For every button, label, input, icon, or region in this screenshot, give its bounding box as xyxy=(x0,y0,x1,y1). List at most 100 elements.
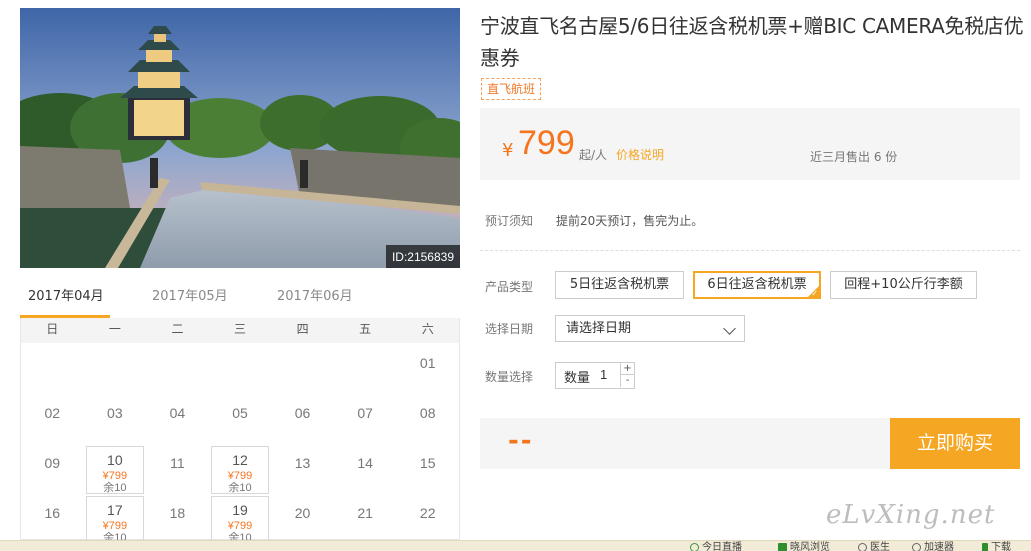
calendar-day: 21 xyxy=(336,494,394,542)
option-label: 6日往返含税机票 xyxy=(707,277,807,292)
day-number: 13 xyxy=(294,455,311,471)
status-item-live[interactable]: 今日直播 xyxy=(690,543,742,551)
calendar-day: 01 xyxy=(399,344,457,392)
day-number: 06 xyxy=(294,405,311,421)
status-item-doctor[interactable]: 医生 xyxy=(858,543,890,551)
day-stock: 余10 xyxy=(228,482,252,494)
day-number: 05 xyxy=(232,405,248,421)
image-id-label: ID:2156839 xyxy=(385,245,460,268)
weekday-label: 一 xyxy=(108,322,121,336)
weekday-label: 二 xyxy=(171,322,184,336)
calendar-weekday-header: 日 一 二 三 四 五 六 xyxy=(21,318,459,343)
calendar-day: 08 xyxy=(399,394,457,442)
calendar-day: 02 xyxy=(23,394,81,442)
status-item-browser[interactable]: 晓风浏览 xyxy=(778,543,830,551)
status-item-accelerator[interactable]: 加速器 xyxy=(912,543,954,551)
download-icon xyxy=(982,543,988,551)
product-photo: ID:2156839 xyxy=(20,8,460,268)
day-number: 21 xyxy=(357,505,373,521)
day-number: 19 xyxy=(232,502,248,518)
browser-icon xyxy=(778,543,787,551)
price-explanation-link[interactable]: 价格说明 xyxy=(616,146,664,163)
day-number: 02 xyxy=(44,405,61,421)
option-5day-ticket[interactable]: 5日往返含税机票 xyxy=(555,271,684,299)
day-number: 03 xyxy=(107,405,123,421)
price-unit: 起/人 xyxy=(579,148,608,162)
calendar-day-available[interactable]: 12 ¥799 余10 xyxy=(211,446,269,494)
tab-month-june[interactable]: 2017年06月 xyxy=(271,282,361,318)
watermark-logo: eLvXing.net xyxy=(826,500,996,530)
day-number: 01 xyxy=(419,355,436,371)
price-box: ¥ 799 起/人 价格说明 近三月售出 6 份 xyxy=(480,108,1020,180)
calendar-day: 04 xyxy=(148,394,206,442)
status-item-label: 下载 xyxy=(991,542,1011,551)
calendar-day-available[interactable]: 19 ¥799 余10 xyxy=(211,496,269,544)
day-number: 15 xyxy=(419,455,436,471)
product-type-label: 产品类型 xyxy=(485,280,534,294)
option-return-baggage[interactable]: 回程+10公斤行李额 xyxy=(830,271,977,299)
day-price: ¥799 xyxy=(102,520,128,532)
tab-month-april[interactable]: 2017年04月 xyxy=(20,282,110,318)
status-item-label: 加速器 xyxy=(924,542,954,551)
day-number: 07 xyxy=(357,405,373,421)
day-number: 14 xyxy=(357,455,373,471)
direct-flight-tag: 直飞航班 xyxy=(481,78,542,100)
quantity-label: 数量选择 xyxy=(485,370,534,384)
price-value: 799 xyxy=(518,124,575,162)
day-stock: 余10 xyxy=(103,482,127,494)
rocket-icon xyxy=(912,543,921,551)
day-number: 10 xyxy=(107,452,123,468)
status-item-label: 今日直播 xyxy=(702,542,742,551)
calendar-day: 09 xyxy=(23,444,81,492)
calendar-day: 15 xyxy=(399,444,457,492)
status-item-download[interactable]: 下载 xyxy=(982,543,1011,551)
calendar-day: 07 xyxy=(336,394,394,442)
notice-label: 预订须知 xyxy=(485,214,534,228)
calendar-day: 13 xyxy=(274,444,332,492)
day-number: 04 xyxy=(169,405,186,421)
calendar-day: 06 xyxy=(274,394,332,442)
day-number: 22 xyxy=(419,505,436,521)
day-number: 17 xyxy=(107,502,123,518)
divider xyxy=(480,250,1020,251)
calendar-day: 11 xyxy=(148,444,206,492)
buy-bar: -- 立即购买 xyxy=(480,418,1020,469)
calendar-day: 03 xyxy=(86,394,144,442)
quantity-stepper: 数量 1 + - xyxy=(555,362,635,389)
calendar-day: 14 xyxy=(336,444,394,492)
quantity-increase-button[interactable]: + xyxy=(620,363,634,375)
live-icon xyxy=(690,543,699,551)
quantity-value[interactable]: 1 xyxy=(600,367,607,382)
osaka-castle-illustration xyxy=(20,8,460,268)
total-price: -- xyxy=(508,426,534,456)
calendar-day-available[interactable]: 17 ¥799 余10 xyxy=(85,496,144,544)
month-tabs: 2017年04月 2017年05月 2017年06月 xyxy=(20,282,460,318)
day-number: 11 xyxy=(170,455,185,471)
quantity-decrease-button[interactable]: - xyxy=(620,375,634,387)
date-select[interactable]: 请选择日期 xyxy=(555,315,745,342)
status-item-label: 医生 xyxy=(870,542,890,551)
day-price: ¥799 xyxy=(227,520,253,532)
sales-count: 近三月售出 6 份 xyxy=(810,150,898,164)
day-number: 09 xyxy=(44,455,61,471)
calendar-day-available[interactable]: 10 ¥799 余10 xyxy=(85,446,144,494)
buy-now-button[interactable]: 立即购买 xyxy=(890,418,1020,469)
status-item-label: 晓风浏览 xyxy=(790,542,830,551)
option-6day-ticket[interactable]: 6日往返含税机票 ✓ xyxy=(693,271,821,299)
day-number: 20 xyxy=(294,505,311,521)
weekday-label: 四 xyxy=(296,322,309,336)
calendar-day: 18 xyxy=(148,494,206,542)
browser-status-bar: 今日直播 晓风浏览 医生 加速器 下载 xyxy=(0,540,1031,551)
doctor-icon xyxy=(858,543,867,551)
weekday-label: 六 xyxy=(421,322,434,336)
day-price: ¥799 xyxy=(102,470,128,482)
day-number: 08 xyxy=(419,405,436,421)
calendar-day: 16 xyxy=(23,494,81,542)
price-calendar: 日 一 二 三 四 五 六 01 02 03 04 05 06 07 08 09 10 ¥799 余1… xyxy=(20,318,460,544)
day-number: 16 xyxy=(44,505,61,521)
tab-month-may[interactable]: 2017年05月 xyxy=(146,282,236,318)
quantity-inner-label: 数量 xyxy=(564,371,591,386)
calendar-day: 22 xyxy=(399,494,457,542)
day-number: 18 xyxy=(169,505,186,521)
calendar-day: 20 xyxy=(274,494,332,542)
